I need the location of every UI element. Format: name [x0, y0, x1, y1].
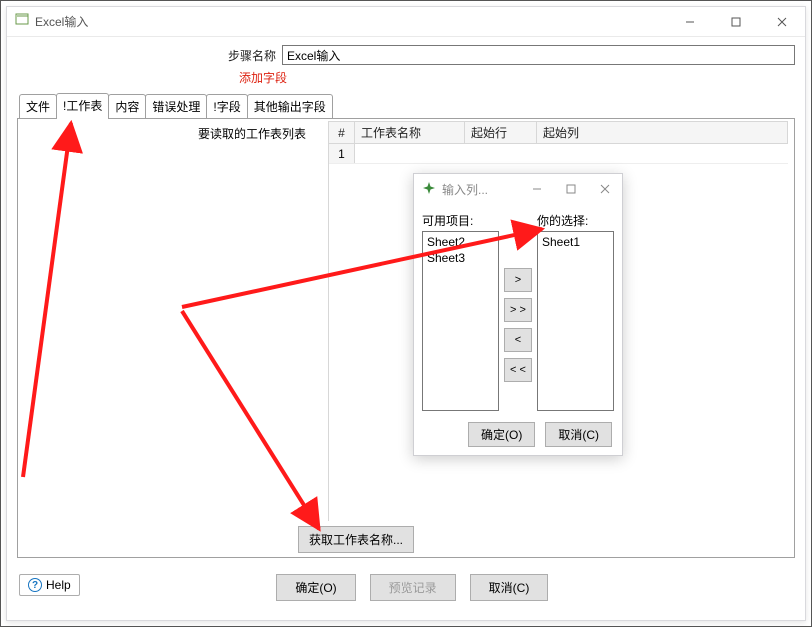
table-row[interactable]: 1 — [329, 144, 788, 164]
dialog-cancel-button[interactable]: 取消(C) — [545, 422, 612, 447]
step-name-label: 步骤名称 — [17, 47, 282, 64]
bottom-bar: ? Help 确定(O) 预览记录 取消(C) — [7, 564, 805, 620]
step-name-input[interactable] — [282, 45, 795, 65]
list-item[interactable]: Sheet2 — [425, 234, 496, 250]
help-icon: ? — [28, 578, 42, 592]
tab-fields[interactable]: !字段 — [206, 94, 247, 119]
window-title: Excel输入 — [35, 13, 88, 30]
maximize-button[interactable] — [713, 7, 759, 37]
help-button[interactable]: ? Help — [19, 574, 80, 596]
close-button[interactable] — [759, 7, 805, 37]
dialog-title: 输入列... — [442, 181, 488, 198]
available-label: 可用项目: — [422, 212, 499, 229]
remove-all-button[interactable]: < < — [504, 358, 532, 382]
get-sheet-names-button[interactable]: 获取工作表名称... — [298, 526, 414, 553]
excel-input-window: Excel输入 步骤名称 添加字段 文件 — [6, 6, 806, 621]
list-item[interactable]: Sheet1 — [540, 234, 611, 250]
tab-panel-sheets: 要读取的工作表列表 # 工作表名称 起始行 起始列 1 — [17, 118, 795, 558]
col-header-start-col: 起始列 — [537, 122, 788, 143]
cell-name[interactable] — [355, 144, 465, 163]
cancel-button[interactable]: 取消(C) — [470, 574, 549, 601]
add-all-button[interactable]: > > — [504, 298, 532, 322]
cell-start-col[interactable] — [537, 144, 788, 163]
col-header-name: 工作表名称 — [355, 122, 465, 143]
ok-button[interactable]: 确定(O) — [276, 574, 355, 601]
selected-list[interactable]: Sheet1 — [537, 231, 614, 411]
col-header-num: # — [329, 122, 355, 143]
sheets-list-label: 要读取的工作表列表 — [198, 127, 306, 141]
tab-bar: 文件 !工作表 内容 错误处理 !字段 其他输出字段 — [19, 92, 795, 118]
dialog-close-button[interactable] — [588, 174, 622, 204]
add-button[interactable]: > — [504, 268, 532, 292]
tab-error[interactable]: 错误处理 — [145, 94, 207, 119]
tab-sheets[interactable]: !工作表 — [56, 93, 109, 119]
dialog-ok-button[interactable]: 确定(O) — [468, 422, 535, 447]
dialog-minimize-button[interactable] — [520, 174, 554, 204]
titlebar: Excel输入 — [7, 7, 805, 37]
selected-label: 你的选择: — [537, 212, 614, 229]
col-header-start-row: 起始行 — [465, 122, 537, 143]
tab-file[interactable]: 文件 — [19, 94, 57, 119]
tab-other[interactable]: 其他输出字段 — [247, 94, 333, 119]
row-num: 1 — [329, 144, 355, 163]
dialog-icon — [422, 181, 436, 198]
minimize-button[interactable] — [667, 7, 713, 37]
cell-start-row[interactable] — [465, 144, 537, 163]
available-list[interactable]: Sheet2 Sheet3 — [422, 231, 499, 411]
list-item[interactable]: Sheet3 — [425, 250, 496, 266]
dialog-maximize-button[interactable] — [554, 174, 588, 204]
tab-content[interactable]: 内容 — [108, 94, 146, 119]
add-field-link[interactable]: 添加字段 — [239, 69, 795, 86]
select-columns-dialog: 输入列... 可用项目: Sheet2 Sheet3 > — [413, 173, 623, 456]
preview-button[interactable]: 预览记录 — [370, 574, 456, 601]
remove-button[interactable]: < — [504, 328, 532, 352]
app-icon — [15, 12, 29, 31]
